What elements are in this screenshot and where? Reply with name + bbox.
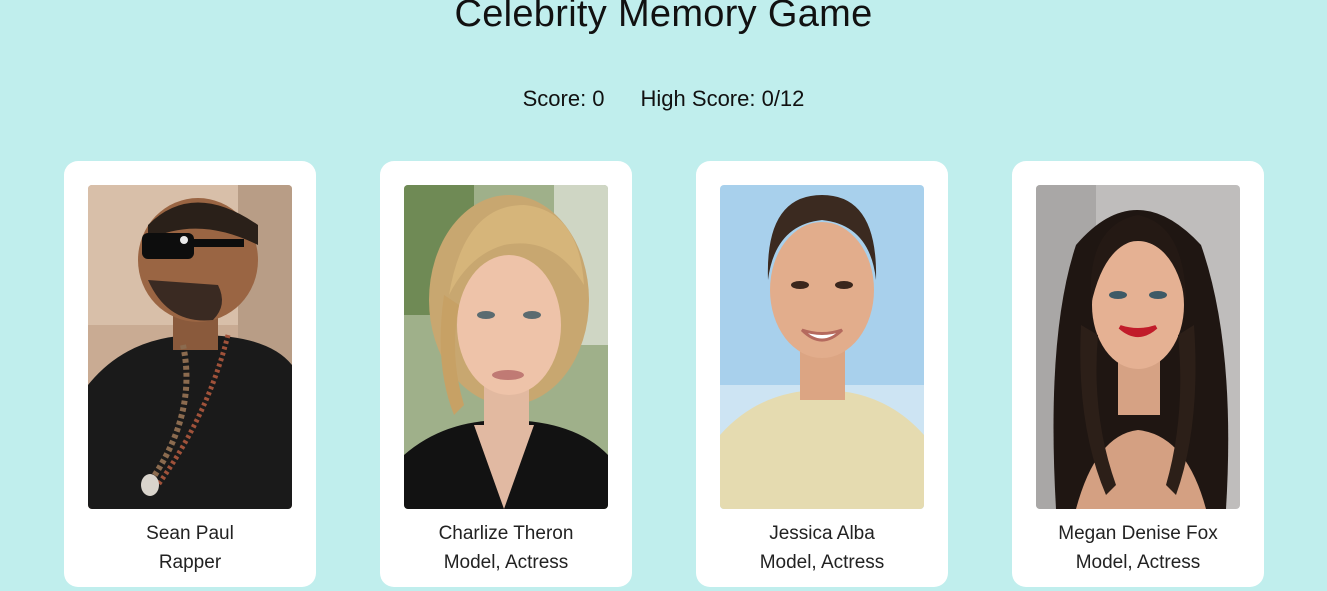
celebrity-card-charlize-theron[interactable]: Charlize Theron Model, Actress bbox=[380, 161, 632, 587]
high-score: High Score: 0/12 bbox=[640, 86, 805, 111]
card-name: Charlize Theron bbox=[438, 523, 574, 544]
card-grid: Sean Paul Rapper Charlize Theron Model, … bbox=[64, 161, 1264, 587]
card-name: Sean Paul bbox=[146, 523, 234, 544]
card-role: Model, Actress bbox=[443, 552, 569, 573]
current-score: Score: 0 bbox=[522, 86, 605, 111]
card-name: Jessica Alba bbox=[769, 523, 875, 544]
scoreboard: Score: 0 High Score: 0/12 bbox=[0, 86, 1327, 112]
page-title: Celebrity Memory Game bbox=[454, 0, 873, 35]
card-role: Model, Actress bbox=[1075, 552, 1201, 573]
card-role: Model, Actress bbox=[759, 552, 885, 573]
card-name: Megan Denise Fox bbox=[1058, 523, 1218, 544]
portrait-sean-paul-image bbox=[88, 185, 292, 509]
celebrity-card-megan-fox[interactable]: Megan Denise Fox Model, Actress bbox=[1012, 161, 1264, 587]
celebrity-card-jessica-alba[interactable]: Jessica Alba Model, Actress bbox=[696, 161, 948, 587]
celebrity-card-sean-paul[interactable]: Sean Paul Rapper bbox=[64, 161, 316, 587]
portrait-jessica-alba-image bbox=[720, 185, 924, 509]
portrait-charlize-theron-image bbox=[404, 185, 608, 509]
portrait-megan-fox-image bbox=[1036, 185, 1240, 509]
card-role: Rapper bbox=[158, 552, 222, 573]
memory-game-page: Celebrity Memory Game Score: 0 High Scor… bbox=[0, 0, 1327, 591]
